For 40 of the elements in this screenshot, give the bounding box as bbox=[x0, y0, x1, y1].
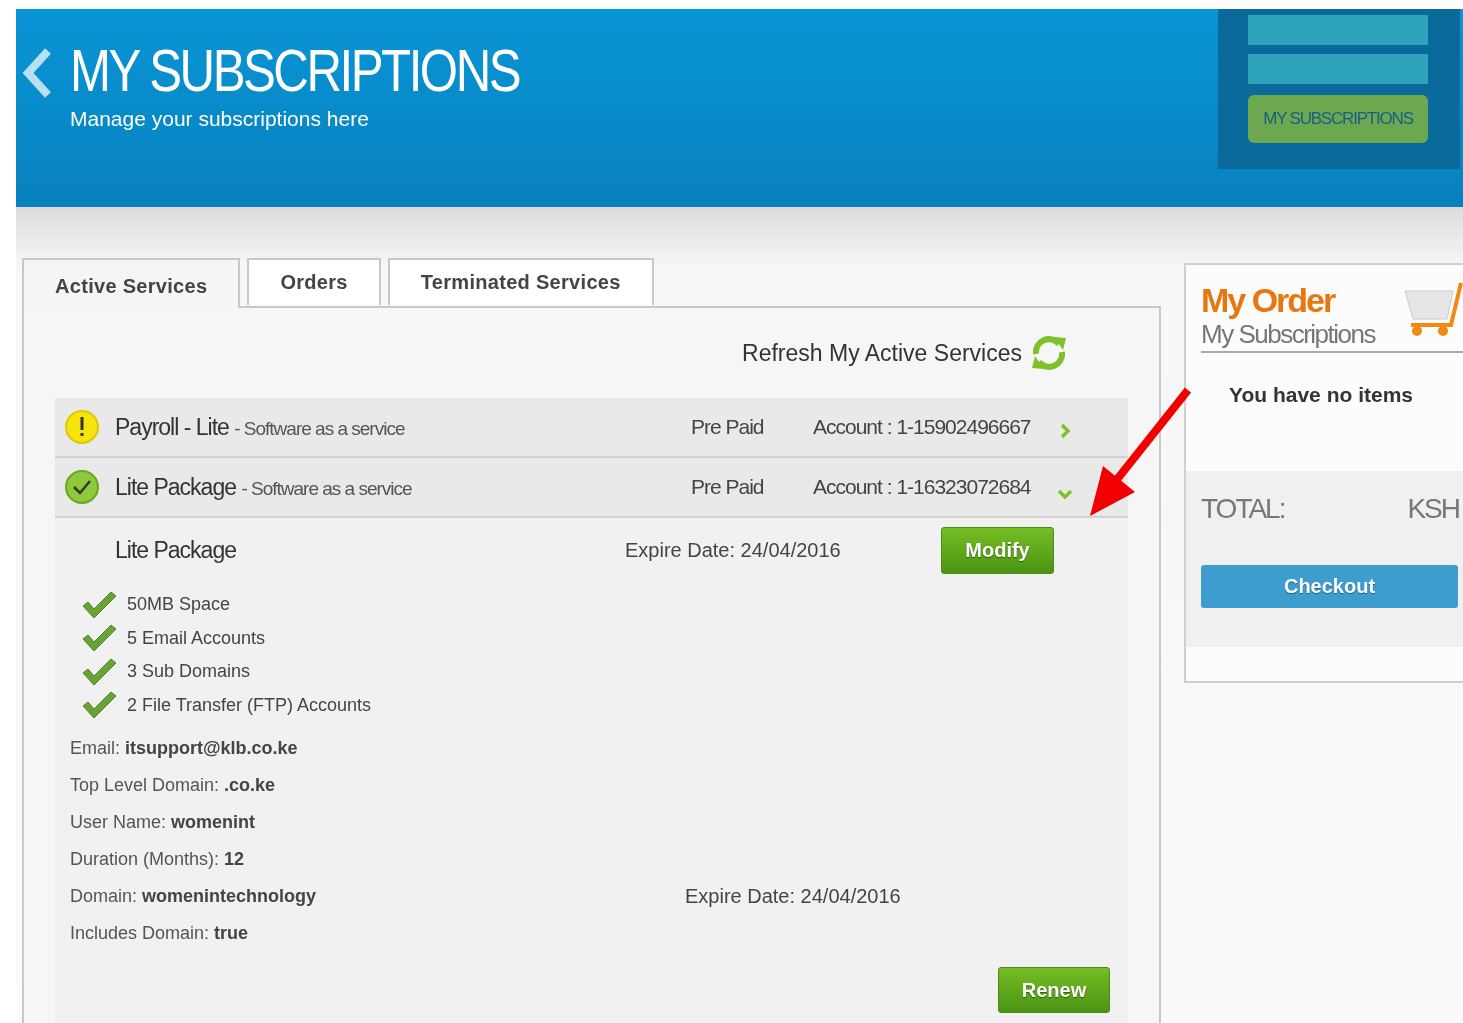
refresh-icon[interactable] bbox=[1030, 334, 1068, 372]
back-chevron-icon[interactable] bbox=[20, 47, 54, 99]
total-label: TOTAL: bbox=[1201, 493, 1285, 525]
check-circle-icon bbox=[64, 469, 100, 505]
payment-type: Pre Paid bbox=[691, 415, 765, 439]
warning-icon bbox=[64, 409, 100, 445]
account-number: Account : 1-16323072684 bbox=[813, 475, 1032, 499]
tab[interactable]: Active Services bbox=[22, 258, 241, 308]
service-row[interactable]: Payroll - Lite - Software as a service Pre Paid Account : 1-15902496667 bbox=[55, 398, 1128, 458]
checkmark-icon bbox=[81, 691, 117, 720]
expire-date: Expire Date: 24/04/2016 bbox=[625, 538, 842, 562]
detail-field: Email: itsupport@klb.co.ke bbox=[70, 738, 685, 759]
checkmark-icon bbox=[81, 624, 117, 653]
feature-label: 2 File Transfer (FTP) Accounts bbox=[127, 694, 372, 716]
tab[interactable]: Orders bbox=[247, 258, 381, 305]
total-value: KSH bbox=[1407, 493, 1459, 525]
service-name: Lite Package - Software as a service bbox=[115, 473, 413, 501]
detail-field: Duration (Months): 12 bbox=[70, 849, 685, 870]
service-row[interactable]: Lite Package - Software as a service Pre Paid Account : 1-16323072684 bbox=[55, 458, 1128, 518]
detail-field: User Name: womenint bbox=[70, 812, 685, 833]
detail-field: Top Level Domain: .co.ke bbox=[70, 775, 685, 796]
detail-field: Domain: womenintechnology bbox=[70, 886, 685, 907]
feature-label: 5 Email Accounts bbox=[127, 627, 266, 649]
service-name: Payroll - Lite - Software as a service bbox=[115, 413, 406, 441]
checkmark-icon bbox=[81, 590, 117, 619]
feature-label: 50MB Space bbox=[127, 594, 231, 616]
tab[interactable]: Terminated Services bbox=[387, 258, 654, 305]
account-number: Account : 1-15902496667 bbox=[813, 415, 1032, 439]
package-name: Lite Package bbox=[115, 536, 237, 564]
feature-label: 3 Sub Domains bbox=[127, 661, 251, 683]
page-subtitle: Manage your subscriptions here bbox=[70, 107, 370, 131]
order-title: My Order bbox=[1201, 281, 1336, 319]
checkmark-icon bbox=[81, 657, 117, 686]
expire-date: Expire Date: 24/04/2016 bbox=[685, 885, 902, 908]
page-title: MY SUBSCRIPTIONS bbox=[70, 39, 520, 103]
refresh-label[interactable]: Refresh My Active Services bbox=[742, 339, 1022, 367]
empty-order-message: You have no items bbox=[1228, 382, 1414, 408]
detail-field: Includes Domain: true bbox=[70, 923, 685, 944]
order-subtitle: My Subscriptions bbox=[1201, 319, 1375, 349]
payment-type: Pre Paid bbox=[691, 475, 765, 499]
